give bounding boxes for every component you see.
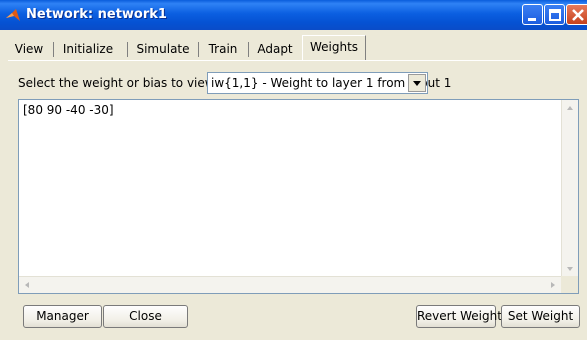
weight-select-dropdown[interactable]: iw{1,1} - Weight to layer 1 from input 1	[207, 72, 451, 94]
tab-train[interactable]: Train	[204, 38, 242, 60]
tab-adapt[interactable]: Adapt	[254, 38, 296, 60]
arrow-left-icon	[25, 282, 29, 288]
scroll-right-button[interactable]	[545, 277, 561, 293]
tab-separator	[198, 42, 199, 57]
minimize-button[interactable]	[522, 4, 543, 25]
scroll-left-button[interactable]	[19, 277, 35, 293]
tab-separator	[248, 42, 249, 57]
title-bar[interactable]: Network: network1	[0, 0, 587, 30]
maximize-button[interactable]	[544, 4, 565, 25]
tab-separator	[127, 42, 128, 57]
revert-weight-button[interactable]: Revert Weight	[416, 305, 502, 328]
horizontal-scrollbar[interactable]	[19, 276, 561, 293]
scroll-down-button[interactable]	[562, 261, 578, 277]
manager-button[interactable]: Manager	[23, 305, 102, 328]
minimize-icon	[528, 18, 536, 21]
chevron-down-icon	[413, 81, 421, 86]
close-button[interactable]: Close	[103, 305, 188, 328]
matlab-logo-icon	[6, 9, 20, 21]
weight-value-textarea[interactable]: [80 90 -40 -30]	[18, 99, 579, 294]
tab-weights[interactable]: Weights	[302, 35, 366, 61]
close-window-button[interactable]	[566, 4, 587, 25]
maximize-icon	[549, 9, 561, 21]
scroll-up-button[interactable]	[562, 100, 578, 116]
window-title: Network: network1	[26, 7, 167, 22]
vertical-scrollbar[interactable]	[561, 100, 578, 277]
tab-initialize[interactable]: Initialize	[58, 38, 118, 60]
arrow-up-icon	[567, 106, 573, 110]
set-weight-button[interactable]: Set Weight	[501, 305, 580, 328]
network-window: Network: network1 View Initialize Simula…	[0, 0, 587, 340]
tab-separator	[53, 42, 54, 57]
arrow-down-icon	[567, 267, 573, 271]
tab-simulate[interactable]: Simulate	[132, 38, 194, 60]
arrow-right-icon	[551, 282, 555, 288]
weight-value-text: [80 90 -40 -30]	[23, 103, 114, 117]
weight-select-label: Select the weight or bias to view:	[18, 76, 218, 90]
scrollbar-corner	[561, 276, 578, 293]
dropdown-button[interactable]	[408, 74, 426, 92]
tab-view[interactable]: View	[12, 38, 46, 60]
close-icon	[572, 9, 584, 21]
